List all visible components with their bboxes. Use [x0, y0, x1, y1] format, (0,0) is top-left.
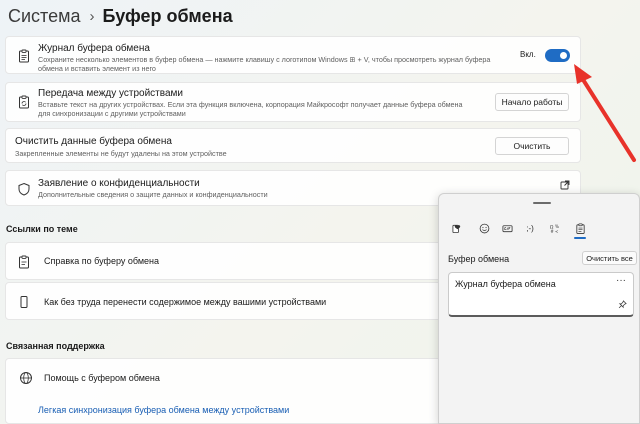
- svg-text:#: #: [550, 229, 554, 234]
- get-started-button[interactable]: Начало работы: [495, 93, 569, 111]
- privacy-description: Дополнительные сведения о защите данных …: [38, 190, 268, 199]
- clipboard-history-title: Журнал буфера обмена: [38, 43, 150, 54]
- flyout-title: Буфер обмена: [448, 254, 510, 264]
- pin-icon[interactable]: [618, 300, 627, 309]
- document-icon: [17, 255, 31, 269]
- clear-all-button[interactable]: Очистить все: [582, 251, 637, 265]
- clipboard-icon[interactable]: [572, 220, 588, 236]
- symbols-icon[interactable]: Ω% # <: [546, 220, 562, 236]
- breadcrumb-separator: ›: [89, 7, 95, 25]
- privacy-title: Заявление о конфиденциальности: [38, 178, 200, 189]
- sync-description: Вставьте текст на других устройствах. Ес…: [38, 100, 463, 118]
- sync-devices-card: Передача между устройствами Вставьте тек…: [5, 82, 581, 122]
- drag-handle[interactable]: [533, 202, 551, 204]
- support-item-label: Помощь с буфером обмена: [44, 373, 160, 383]
- support-link[interactable]: Легкая синхронизация буфера обмена между…: [38, 405, 289, 415]
- related-link-label: Справка по буферу обмена: [44, 256, 159, 266]
- toggle-state-label: Вкл.: [520, 50, 536, 59]
- clipboard-history-description: Сохраните несколько элементов в буфер об…: [38, 55, 491, 73]
- related-support-heading: Связанная поддержка: [6, 341, 105, 351]
- smiley-icon[interactable]: [476, 220, 492, 236]
- gif-icon[interactable]: [499, 220, 515, 236]
- external-link-icon[interactable]: [560, 180, 570, 190]
- kaomoji-icon[interactable]: ;-): [522, 220, 538, 236]
- clear-clipboard-card: Очистить данные буфера обмена Закрепленн…: [5, 128, 581, 163]
- clipboard-icon: [17, 49, 31, 63]
- shield-icon: [17, 182, 31, 196]
- sync-title: Передача между устройствами: [38, 88, 183, 99]
- clipboard-sync-icon: [17, 95, 31, 109]
- active-tab-indicator: [574, 237, 586, 239]
- globe-icon: [19, 371, 33, 385]
- related-links-heading: Ссылки по теме: [6, 224, 78, 234]
- clipboard-history-toggle[interactable]: [545, 49, 570, 62]
- clear-button[interactable]: Очистить: [495, 137, 569, 155]
- toggle-knob: [560, 52, 567, 59]
- clipboard-item[interactable]: Журнал буфера обмена ···: [448, 272, 634, 317]
- device-icon: [17, 295, 31, 309]
- heart-emoji-icon[interactable]: [449, 220, 465, 236]
- related-link-label: Как без труда перенести содержимое между…: [44, 297, 327, 307]
- svg-text:<: <: [554, 229, 557, 234]
- page-title: Буфер обмена: [102, 5, 233, 26]
- more-options-icon[interactable]: ···: [616, 275, 626, 286]
- clipboard-flyout: ;-) Ω% # < Буфер обмена Очистить все Журна…: [438, 193, 640, 424]
- clear-title: Очистить данные буфера обмена: [15, 136, 172, 147]
- clear-description: Закрепленные элементы не будут удалены н…: [15, 149, 227, 158]
- clipboard-history-card: Журнал буфера обмена Сохраните несколько…: [5, 36, 581, 74]
- breadcrumb: Система › Буфер обмена: [8, 4, 233, 28]
- clipboard-item-text: Журнал буфера обмена: [455, 279, 556, 289]
- breadcrumb-root[interactable]: Система: [8, 6, 81, 27]
